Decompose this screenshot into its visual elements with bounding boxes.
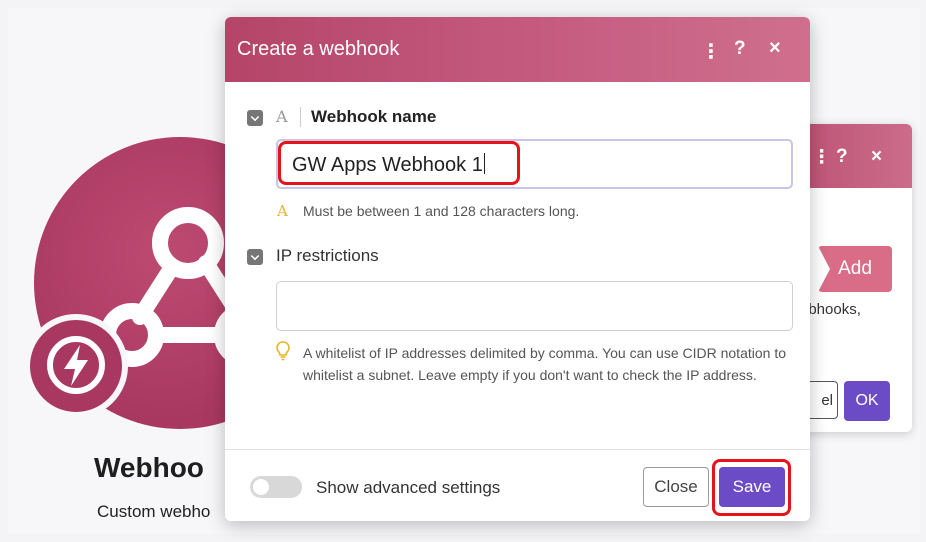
text-type-icon: A bbox=[276, 107, 288, 126]
dialog-title: Create a webhook bbox=[237, 38, 400, 60]
ip-restrictions-checkbox[interactable] bbox=[247, 249, 263, 265]
help-icon[interactable]: ? bbox=[836, 146, 848, 168]
ip-restrictions-help: A whitelist of IP addresses delimited by… bbox=[303, 345, 786, 383]
lightbulb-icon bbox=[276, 341, 290, 361]
webhook-name-label: Webhook name bbox=[311, 107, 437, 126]
close-button[interactable]: Close bbox=[643, 467, 709, 507]
kebab-icon[interactable]: ⋮ bbox=[812, 146, 831, 169]
advanced-settings-toggle[interactable] bbox=[250, 476, 302, 498]
lightning-badge bbox=[24, 314, 128, 418]
module-title: Webhoo bbox=[94, 452, 204, 483]
highlight-webhook-name bbox=[278, 141, 520, 185]
ip-restrictions-label: IP restrictions bbox=[276, 246, 379, 265]
ip-restrictions-input[interactable] bbox=[276, 281, 793, 331]
highlight-save-button bbox=[712, 459, 791, 516]
close-icon[interactable]: × bbox=[871, 146, 882, 168]
background-ok-button[interactable]: OK bbox=[844, 381, 890, 421]
warning-text-icon: A bbox=[277, 202, 288, 220]
webhook-name-hint: Must be between 1 and 128 characters lon… bbox=[303, 203, 580, 219]
create-webhook-dialog: Create a webhook ⋮ ? × A Webhook name GW… bbox=[225, 17, 810, 521]
divider bbox=[300, 107, 301, 127]
toggle-knob bbox=[253, 479, 269, 495]
dialog-header: Create a webhook ⋮ ? × bbox=[225, 17, 810, 82]
module-subtitle: Custom webho bbox=[97, 502, 211, 521]
close-icon[interactable]: × bbox=[769, 37, 781, 60]
lightning-icon bbox=[47, 336, 105, 394]
help-icon[interactable]: ? bbox=[734, 38, 746, 60]
webhook-name-checkbox[interactable] bbox=[247, 110, 263, 126]
add-webhook-button[interactable]: Add bbox=[818, 246, 892, 292]
dialog-footer: Show advanced settings Close Save bbox=[225, 449, 810, 521]
kebab-icon[interactable]: ⋮ bbox=[701, 39, 721, 64]
advanced-settings-label: Show advanced settings bbox=[316, 478, 501, 497]
